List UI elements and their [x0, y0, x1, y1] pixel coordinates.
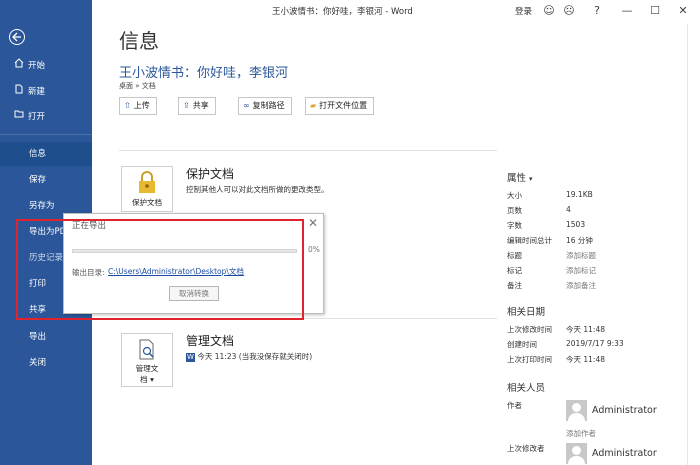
sidebar-item-label: 打开 [28, 112, 46, 122]
prop-label: 标题 [507, 251, 522, 260]
date-value: 2019/7/17 9:33 [566, 339, 624, 348]
prop-value: 16 分钟 [566, 236, 593, 245]
protect-button-label: 保护文档 [132, 198, 162, 207]
folder-icon: ▰ [310, 101, 317, 110]
add-title-field[interactable]: 添加标题 [566, 250, 596, 261]
last-modified-by-label: 上次修改者 [507, 444, 545, 453]
manage-document-button[interactable]: 管理文 档 ▾ [121, 333, 173, 387]
avatar [566, 400, 587, 421]
prop-value: 4 [566, 205, 571, 214]
add-tags-field[interactable]: 添加标记 [566, 265, 596, 276]
button-label: 复制路径 [252, 101, 285, 110]
scrollbar[interactable] [687, 24, 688, 465]
breadcrumb: 桌面 » 文档 [119, 82, 156, 90]
title-bar: 王小波情书：你好哇，李银河 - Word 登录 ☺ ☹ ? — ☐ ✕ [92, 0, 700, 24]
prop-value: 19.1KB [566, 190, 593, 199]
back-arrow-icon [12, 32, 21, 42]
author-label: 作者 [507, 401, 522, 410]
manage-description: 今天 11:23 (当我没保存就关闭时) [197, 352, 313, 361]
date-label: 上次修改时间 [507, 325, 552, 334]
prop-label: 页数 [507, 206, 522, 215]
sidebar-item-export[interactable]: 导出 [0, 325, 92, 349]
new-doc-icon [14, 80, 25, 104]
home-icon [14, 54, 25, 78]
sidebar-item-home[interactable]: 开始 [0, 54, 92, 78]
lock-icon [139, 171, 155, 193]
smile-icon[interactable]: ☺ [541, 3, 557, 19]
sidebar-item-label: 另存为 [29, 201, 55, 211]
button-label: 共享 [192, 101, 209, 110]
share-button[interactable]: ⇪ 共享 [178, 97, 216, 115]
manage-document-icon [139, 339, 154, 360]
author-name: Administrator [592, 405, 657, 416]
add-author-link[interactable]: 添加作者 [566, 428, 596, 439]
protect-description: 控制其他人可以对此文档所做的更改类型。 [186, 185, 329, 194]
sidebar-item-label: 开始 [28, 61, 46, 71]
share-icon: ⇪ [183, 101, 190, 110]
protect-title: 保护文档 [186, 167, 235, 181]
upload-icon: ⇧ [124, 101, 131, 110]
open-file-location-button[interactable]: ▰ 打开文件位置 [305, 97, 375, 115]
sidebar-item-label: 信息 [29, 149, 47, 159]
open-folder-icon [14, 105, 25, 129]
date-value: 今天 11:48 [566, 355, 605, 364]
highlight-annotation-box [16, 219, 304, 320]
button-label: 上传 [133, 101, 150, 110]
close-icon[interactable]: ✕ [675, 3, 691, 19]
last-modified-by-name: Administrator [592, 448, 657, 459]
chevron-down-icon: ▾ [529, 175, 533, 183]
properties-header-label: 属性 [507, 173, 527, 184]
prop-label: 字数 [507, 221, 522, 230]
document-heading: 王小波情书：你好哇，李银河 [119, 66, 289, 81]
word-doc-icon: W [186, 352, 195, 362]
maximize-icon[interactable]: ☐ [647, 3, 663, 19]
sidebar-item-new[interactable]: 新建 [0, 80, 92, 104]
sidebar-item-close[interactable]: 关闭 [0, 351, 92, 375]
manage-title: 管理文档 [186, 334, 235, 348]
date-label: 创建时间 [507, 340, 537, 349]
sidebar-item-label: 保存 [29, 175, 47, 185]
copy-path-button[interactable]: ∞ 复制路径 [238, 97, 292, 115]
minimize-icon[interactable]: — [619, 3, 635, 19]
sidebar-divider [0, 134, 92, 135]
upload-button[interactable]: ⇧ 上传 [119, 97, 157, 115]
date-label: 上次打印时间 [507, 355, 552, 364]
page-title: 信息 [119, 29, 159, 53]
manage-button-label-1: 管理文 [135, 364, 159, 373]
sidebar-item-label: 导出 [29, 332, 47, 342]
prop-label: 编辑时间总计 [507, 236, 552, 245]
manage-button-label-text: 档 [140, 375, 148, 384]
prop-label: 标记 [507, 266, 522, 275]
sidebar-item-info[interactable]: 信息 [0, 142, 92, 166]
date-value: 今天 11:48 [566, 325, 605, 334]
sidebar-item-save[interactable]: 保存 [0, 168, 92, 192]
link-icon: ∞ [243, 101, 250, 110]
sidebar-item-open[interactable]: 打开 [0, 105, 92, 129]
avatar [566, 443, 587, 464]
window-title: 王小波情书：你好哇，李银河 - Word [272, 7, 413, 17]
help-icon[interactable]: ? [589, 3, 605, 19]
prop-label: 备注 [507, 281, 522, 290]
manage-description-row: W 今天 11:23 (当我没保存就关闭时) [186, 351, 312, 362]
properties-header[interactable]: 属性 ▾ [507, 170, 533, 184]
sidebar-item-label: 关闭 [29, 358, 47, 368]
frown-icon[interactable]: ☹ [561, 3, 577, 19]
progress-percent: 0% [308, 245, 320, 254]
chevron-down-icon: ▾ [150, 375, 154, 384]
button-label: 打开文件位置 [319, 101, 368, 110]
close-icon[interactable]: ✕ [308, 216, 318, 230]
manage-button-label-2: 档 ▾ [122, 374, 172, 385]
back-button[interactable] [9, 29, 25, 45]
prop-value: 1503 [566, 220, 586, 229]
prop-label: 大小 [507, 191, 522, 200]
sidebar-item-label: 新建 [28, 87, 46, 97]
add-comments-field[interactable]: 添加备注 [566, 280, 596, 291]
section-divider [119, 150, 497, 151]
related-dates-header: 相关日期 [507, 307, 546, 318]
protect-document-button[interactable]: 保护文档 [121, 166, 173, 212]
related-people-header: 相关人员 [507, 383, 546, 394]
login-link[interactable]: 登录 [515, 5, 532, 17]
